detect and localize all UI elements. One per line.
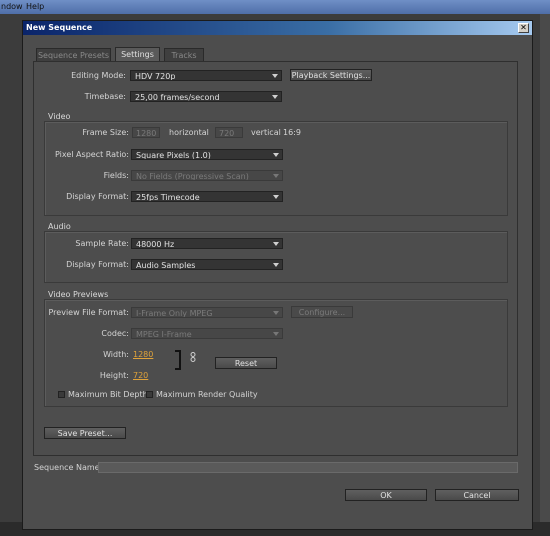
- video-display-format-dropdown[interactable]: 25fps Timecode: [131, 191, 283, 202]
- link-bracket: [175, 350, 181, 370]
- new-sequence-dialog: New Sequence ✕ Sequence Presets Settings…: [22, 20, 533, 530]
- video-display-format-label: Display Format:: [66, 192, 129, 201]
- preview-file-format-value: I-Frame Only MPEG: [136, 309, 213, 318]
- max-bit-depth-label: Maximum Bit Depth: [68, 390, 148, 399]
- chevron-down-icon: [272, 95, 278, 99]
- save-preset-button[interactable]: Save Preset...: [44, 427, 126, 439]
- timebase-value: 25,00 frames/second: [135, 93, 220, 102]
- video-group-title: Video: [48, 112, 71, 121]
- video-previews-group: Preview File Format: I-Frame Only MPEG C…: [44, 299, 508, 407]
- aspect-ratio-text: 16:9: [283, 128, 301, 137]
- tab-label: Sequence Presets: [37, 51, 110, 60]
- editing-mode-label: Editing Mode:: [71, 71, 126, 80]
- close-button[interactable]: ✕: [518, 23, 529, 33]
- settings-panel: Editing Mode: HDV 720p Playback Settings…: [33, 61, 518, 456]
- tab-label: Settings: [121, 50, 154, 59]
- audio-group: Sample Rate: 48000 Hz Display Format: Au…: [44, 231, 508, 283]
- chevron-down-icon: [273, 242, 279, 246]
- app-menu-bar: ndow Help: [0, 0, 550, 14]
- button-label: Save Preset...: [57, 429, 113, 438]
- chevron-down-icon: [273, 263, 279, 267]
- reset-button[interactable]: Reset: [215, 357, 277, 369]
- max-render-quality-checkbox[interactable]: [146, 391, 153, 398]
- menu-window[interactable]: ndow: [1, 2, 23, 11]
- app-background-panel: [540, 14, 550, 536]
- codec-value: MPEG I-Frame: [136, 330, 192, 339]
- chevron-down-icon: [272, 74, 278, 78]
- fields-dropdown: No Fields (Progressive Scan): [131, 170, 283, 181]
- tab-tracks[interactable]: Tracks: [164, 48, 204, 61]
- vertical-label: vertical: [251, 128, 281, 137]
- tab-settings[interactable]: Settings: [115, 47, 160, 61]
- audio-display-format-label: Display Format:: [66, 260, 129, 269]
- chain-link-icon[interactable]: [190, 352, 196, 362]
- button-label: Cancel: [463, 491, 491, 500]
- close-icon: ✕: [520, 23, 527, 32]
- frame-width-field: 1280: [132, 127, 160, 138]
- height-value[interactable]: 720: [133, 371, 148, 380]
- button-label: Configure...: [298, 308, 346, 317]
- chevron-down-icon: [273, 311, 279, 315]
- frame-size-label: Frame Size:: [82, 128, 129, 137]
- height-label: Height:: [99, 371, 129, 380]
- button-label: OK: [380, 491, 392, 500]
- button-label: Playback Settings...: [291, 71, 371, 80]
- sample-rate-label: Sample Rate:: [75, 239, 129, 248]
- cancel-button[interactable]: Cancel: [435, 489, 519, 501]
- preview-file-format-dropdown: I-Frame Only MPEG: [131, 307, 283, 318]
- timebase-dropdown[interactable]: 25,00 frames/second: [130, 91, 282, 102]
- ok-button[interactable]: OK: [345, 489, 427, 501]
- timebase-label: Timebase:: [84, 92, 126, 101]
- dialog-titlebar[interactable]: New Sequence ✕: [23, 21, 532, 35]
- horizontal-label: horizontal: [169, 128, 209, 137]
- chevron-down-icon: [273, 153, 279, 157]
- codec-dropdown: MPEG I-Frame: [131, 328, 283, 339]
- frame-width-value: 1280: [136, 129, 157, 138]
- codec-label: Codec:: [101, 329, 129, 338]
- menu-help[interactable]: Help: [26, 2, 44, 11]
- playback-settings-button[interactable]: Playback Settings...: [290, 69, 372, 81]
- max-bit-depth-checkbox[interactable]: [58, 391, 65, 398]
- button-label: Reset: [234, 359, 258, 368]
- sequence-name-label: Sequence Name:: [34, 463, 103, 472]
- preview-file-format-label: Preview File Format:: [48, 308, 130, 317]
- sample-rate-dropdown[interactable]: 48000 Hz: [131, 238, 283, 249]
- pixel-aspect-label: Pixel Aspect Ratio:: [55, 150, 129, 159]
- sequence-name-input[interactable]: [98, 462, 518, 473]
- tab-sequence-presets[interactable]: Sequence Presets: [36, 48, 111, 61]
- fields-value: No Fields (Progressive Scan): [136, 172, 249, 181]
- sample-rate-value: 48000 Hz: [136, 240, 175, 249]
- video-group: Frame Size: 1280 horizontal 720 vertical…: [44, 121, 508, 216]
- tab-label: Tracks: [171, 51, 197, 60]
- frame-height-value: 720: [219, 129, 235, 138]
- frame-height-field: 720: [215, 127, 243, 138]
- pixel-aspect-dropdown[interactable]: Square Pixels (1.0): [131, 149, 283, 160]
- chevron-down-icon: [273, 332, 279, 336]
- chevron-down-icon: [273, 195, 279, 199]
- fields-label: Fields:: [103, 171, 129, 180]
- pixel-aspect-value: Square Pixels (1.0): [136, 151, 211, 160]
- width-label: Width:: [103, 350, 129, 359]
- editing-mode-value: HDV 720p: [135, 72, 176, 81]
- editing-mode-dropdown[interactable]: HDV 720p: [130, 70, 282, 81]
- configure-button: Configure...: [291, 306, 353, 318]
- width-value[interactable]: 1280: [133, 350, 153, 359]
- max-render-quality-label: Maximum Render Quality: [156, 390, 258, 399]
- audio-group-title: Audio: [48, 222, 71, 231]
- dialog-title: New Sequence: [26, 23, 93, 32]
- video-display-format-value: 25fps Timecode: [136, 193, 200, 202]
- audio-display-format-dropdown[interactable]: Audio Samples: [131, 259, 283, 270]
- audio-display-format-value: Audio Samples: [136, 261, 196, 270]
- chevron-down-icon: [273, 174, 279, 178]
- video-previews-group-title: Video Previews: [48, 290, 109, 299]
